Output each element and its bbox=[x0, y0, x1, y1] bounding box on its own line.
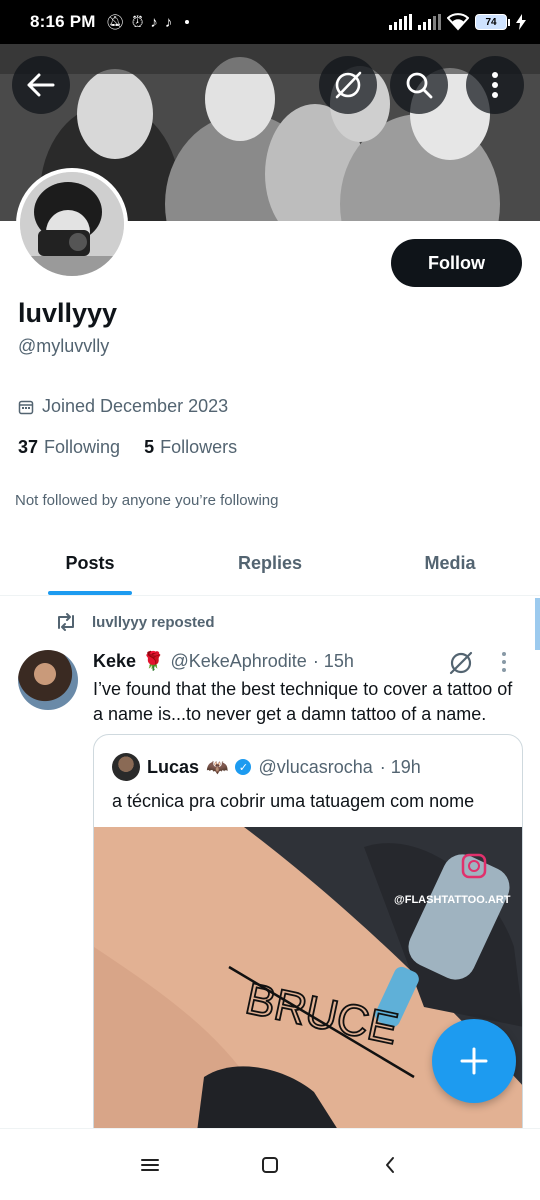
not-followed-notice: Not followed by anyone you’re following bbox=[15, 492, 279, 509]
bat-emoji: 🦇 bbox=[206, 756, 229, 777]
repost-indicator[interactable]: luvllyyy reposted bbox=[54, 612, 215, 632]
quote-media-video[interactable]: BRUCE @FLASHTATTOO.ART bbox=[94, 827, 522, 1153]
menu-icon bbox=[141, 1158, 159, 1171]
tab-posts[interactable]: Posts bbox=[0, 532, 180, 595]
chevron-left-icon bbox=[386, 1156, 394, 1173]
following-link[interactable]: 37 Following bbox=[18, 437, 120, 458]
post-author-avatar[interactable] bbox=[18, 650, 78, 710]
follow-button[interactable]: Follow bbox=[391, 239, 522, 287]
verified-badge-icon: ✓ bbox=[235, 759, 252, 775]
quote-author-name: Lucas bbox=[147, 756, 200, 777]
back-button[interactable] bbox=[12, 56, 70, 114]
post-more-button[interactable] bbox=[502, 652, 506, 672]
compose-button[interactable] bbox=[432, 1019, 516, 1103]
battery-level: 74 bbox=[475, 14, 507, 30]
profile-handle: @myluvvlly bbox=[18, 336, 110, 356]
home-button[interactable] bbox=[250, 1145, 290, 1185]
recent-apps-button[interactable] bbox=[130, 1145, 170, 1185]
quote-text: a técnica pra cobrir uma tatuagem com no… bbox=[112, 791, 475, 811]
tattoo-image: BRUCE @FLASHTATTOO.ART bbox=[94, 827, 522, 1153]
calendar-icon bbox=[18, 400, 34, 414]
system-back-button[interactable] bbox=[370, 1145, 410, 1185]
avatar-photo bbox=[20, 172, 124, 276]
following-count: 37 bbox=[18, 437, 39, 457]
signal-icon bbox=[389, 14, 412, 30]
profile-avatar[interactable] bbox=[16, 168, 128, 280]
post-header: Keke 🌹 @KekeAphrodite · 15h bbox=[93, 651, 354, 672]
status-notification-icons: 🔕︎ ⏰︎ ♪ ♪ bbox=[106, 15, 190, 30]
followers-link[interactable]: 5 Followers bbox=[144, 437, 237, 458]
battery-icon: 74 bbox=[475, 14, 510, 30]
status-bar: 8:16 PM 🔕︎ ⏰︎ ♪ ♪ 74 bbox=[0, 0, 540, 44]
tiktok-icon: ♪ bbox=[150, 13, 158, 31]
status-system-icons: 74 bbox=[389, 13, 526, 31]
system-nav-bar bbox=[0, 1128, 540, 1200]
tiktok-icon: ♪ bbox=[164, 13, 173, 31]
post-author-name[interactable]: Keke bbox=[93, 651, 136, 672]
following-label: Following bbox=[44, 437, 121, 457]
quote-time: · 19h bbox=[379, 756, 421, 777]
follow-counts: 37 Following 5 Followers bbox=[18, 437, 237, 458]
plus-icon bbox=[460, 1047, 488, 1075]
post-time[interactable]: · 15h bbox=[313, 651, 354, 672]
home-square-icon bbox=[262, 1156, 278, 1173]
joined-date: Joined December 2023 bbox=[18, 396, 228, 417]
search-button[interactable] bbox=[390, 56, 448, 114]
more-options-button[interactable] bbox=[466, 56, 524, 114]
quote-author-handle: @vlucasrocha bbox=[258, 756, 373, 777]
joined-text: Joined December 2023 bbox=[42, 396, 229, 416]
profile-tabs: Posts Replies Media bbox=[0, 532, 540, 596]
followers-count: 5 bbox=[144, 437, 155, 457]
repost-icon bbox=[58, 613, 74, 631]
grok-button[interactable] bbox=[319, 56, 377, 114]
grok-icon bbox=[449, 651, 473, 675]
wifi-icon bbox=[447, 13, 469, 31]
search-icon bbox=[406, 72, 433, 99]
more-vertical-icon bbox=[492, 72, 498, 98]
arrow-left-icon bbox=[27, 73, 55, 97]
media-watermark: @FLASHTATTOO.ART bbox=[394, 894, 511, 906]
status-time: 8:16 PM bbox=[30, 12, 96, 31]
grok-icon bbox=[335, 71, 362, 99]
quote-header: Lucas 🦇 ✓ @vlucasrocha · 19h bbox=[112, 753, 421, 781]
more-dot bbox=[502, 660, 506, 664]
more-notifications-dot bbox=[185, 20, 190, 24]
profile-display-name: luvllyyy bbox=[18, 298, 118, 328]
repost-label: luvllyyy reposted bbox=[92, 613, 215, 631]
followers-label: Followers bbox=[160, 437, 238, 457]
post-text: I’ve found that the best technique to co… bbox=[93, 679, 513, 724]
alarm-icon: ⏰︎ bbox=[131, 13, 144, 31]
rose-emoji: 🌹 bbox=[142, 651, 165, 671]
more-dot bbox=[502, 652, 506, 656]
more-dot bbox=[502, 668, 506, 672]
tab-media[interactable]: Media bbox=[360, 532, 540, 595]
post-author-handle[interactable]: @KekeAphrodite bbox=[170, 651, 306, 672]
signal-icon bbox=[418, 14, 441, 30]
quote-author-avatar bbox=[112, 753, 140, 781]
charging-icon bbox=[516, 14, 526, 30]
tab-replies[interactable]: Replies bbox=[180, 532, 360, 595]
scrollbar[interactable] bbox=[535, 598, 540, 650]
mute-icon: 🔕︎ bbox=[105, 13, 125, 31]
